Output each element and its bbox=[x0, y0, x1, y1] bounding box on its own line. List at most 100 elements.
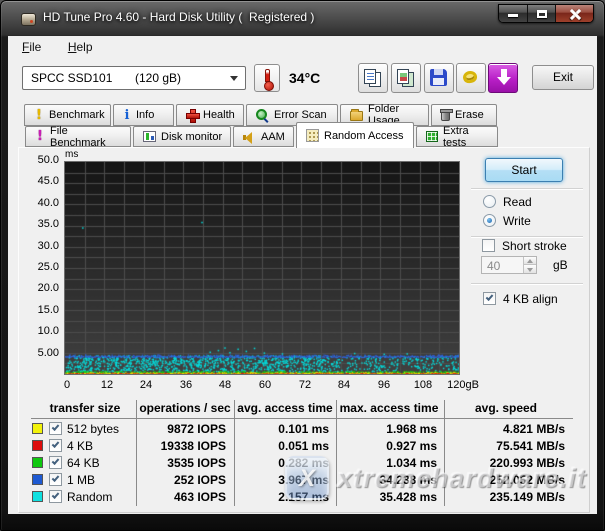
menu-bar: File Help bbox=[8, 36, 597, 58]
y-tick: 20.0 bbox=[19, 282, 59, 294]
short-stroke-unit-label: gB bbox=[553, 258, 568, 272]
series-color-swatch bbox=[32, 423, 43, 434]
download-arrow-icon bbox=[498, 69, 510, 87]
ops-value: 252 IOPS bbox=[119, 473, 226, 487]
y-tick: 40.0 bbox=[19, 197, 59, 209]
tab-file-benchmark[interactable]: !File Benchmark bbox=[25, 126, 131, 147]
col-header-avg-speed: avg. speed bbox=[449, 401, 563, 415]
y-axis-unit-label: ms bbox=[65, 149, 78, 160]
ops-value: 19338 IOPS bbox=[119, 439, 226, 453]
ops-value: 3535 IOPS bbox=[119, 456, 226, 470]
series-checkbox[interactable] bbox=[49, 473, 62, 486]
tab-disk-monitor[interactable]: Disk monitor bbox=[133, 126, 231, 147]
max-access-value: 1.034 ms bbox=[329, 456, 437, 470]
write-radio-label[interactable]: Write bbox=[503, 214, 531, 228]
y-tick: 10.0 bbox=[19, 325, 59, 337]
save-screenshot-button[interactable] bbox=[424, 63, 454, 93]
spinner-down-button[interactable] bbox=[523, 265, 536, 273]
acoustic-coil-icon bbox=[462, 70, 478, 85]
start-button[interactable]: Start bbox=[485, 158, 563, 182]
aam-icon bbox=[243, 131, 256, 143]
save-icon bbox=[430, 69, 447, 86]
maximize-icon bbox=[537, 10, 547, 18]
drive-selector-dropdown[interactable]: SPCC SSD101 (120 gB) bbox=[22, 66, 246, 90]
y-tick: 45.0 bbox=[19, 175, 59, 187]
window-controls bbox=[498, 4, 594, 23]
short-stroke-size-spinner[interactable]: 40 bbox=[481, 256, 537, 274]
tab-info[interactable]: iInfo bbox=[113, 104, 174, 126]
hd-tune-window: HD Tune Pro 4.60 - Hard Disk Utility ( R… bbox=[0, 0, 605, 531]
max-access-value: 35.428 ms bbox=[329, 490, 437, 504]
client-area: File Help SPCC SSD101 (120 gB) 34°C Exit… bbox=[8, 36, 597, 514]
avg-speed-value: 252.052 MB/s bbox=[447, 473, 565, 487]
copy-text-button[interactable] bbox=[358, 63, 388, 93]
exit-button[interactable]: Exit bbox=[532, 65, 594, 90]
chevron-down-icon bbox=[230, 76, 238, 85]
table-row-random: Random 463 IOPS 2.157 ms 35.428 ms 235.1… bbox=[19, 488, 579, 505]
series-checkbox[interactable] bbox=[49, 422, 62, 435]
disk-monitor-icon bbox=[143, 131, 156, 142]
series-checkbox[interactable] bbox=[49, 456, 62, 469]
menu-help[interactable]: Help bbox=[60, 36, 101, 57]
health-icon bbox=[186, 109, 198, 121]
temperature-button[interactable] bbox=[254, 64, 280, 92]
col-header-avg-access: avg. access time bbox=[237, 401, 333, 415]
random-access-icon bbox=[306, 129, 319, 142]
tab-benchmark[interactable]: !Benchmark bbox=[24, 104, 111, 126]
acoustic-button[interactable] bbox=[456, 63, 486, 93]
close-button[interactable] bbox=[556, 5, 593, 22]
tab-erase[interactable]: Erase bbox=[431, 104, 497, 126]
file-benchmark-icon: ! bbox=[35, 130, 45, 143]
drive-capacity: (120 gB) bbox=[135, 71, 181, 85]
avg-access-value: 2.157 ms bbox=[229, 490, 329, 504]
spinner-up-button[interactable] bbox=[523, 257, 536, 265]
folder-usage-icon bbox=[350, 111, 363, 121]
max-access-value: 0.927 ms bbox=[329, 439, 437, 453]
download-button[interactable] bbox=[488, 63, 518, 93]
read-radio[interactable] bbox=[483, 195, 496, 208]
ops-value: 463 IOPS bbox=[119, 490, 226, 504]
maximize-button[interactable] bbox=[528, 5, 556, 22]
temperature-value: 34°C bbox=[289, 70, 320, 86]
series-label: 64 KB bbox=[67, 456, 100, 470]
max-access-value: 34.238 ms bbox=[329, 473, 437, 487]
thermometer-icon bbox=[265, 69, 270, 82]
series-checkbox[interactable] bbox=[49, 490, 62, 503]
y-tick: 5.00 bbox=[19, 347, 59, 359]
minimize-button[interactable] bbox=[499, 5, 528, 22]
title-bar[interactable]: HD Tune Pro 4.60 - Hard Disk Utility ( R… bbox=[0, 0, 605, 36]
tab-extra-tests[interactable]: Extra tests bbox=[416, 126, 498, 147]
avg-access-value: 0.282 ms bbox=[229, 456, 329, 470]
tab-health[interactable]: Health bbox=[176, 104, 244, 126]
write-radio[interactable] bbox=[483, 214, 496, 227]
copy-image-button[interactable] bbox=[391, 63, 421, 93]
y-tick: 50.0 bbox=[19, 154, 59, 166]
align-checkbox[interactable] bbox=[483, 292, 496, 305]
short-stroke-label[interactable]: Short stroke bbox=[502, 239, 567, 253]
menu-file[interactable]: File bbox=[14, 36, 49, 57]
read-radio-label[interactable]: Read bbox=[503, 195, 532, 209]
app-icon bbox=[21, 13, 36, 26]
extra-tests-icon bbox=[426, 131, 438, 142]
max-access-value: 1.968 ms bbox=[329, 422, 437, 436]
align-checkbox-label[interactable]: 4 KB align bbox=[503, 292, 558, 306]
short-stroke-size-value: 40 bbox=[487, 259, 500, 273]
tab-aam[interactable]: AAM bbox=[233, 126, 294, 147]
col-header-max-access: max. access time bbox=[339, 401, 439, 415]
avg-speed-value: 4.821 MB/s bbox=[447, 422, 565, 436]
avg-access-value: 0.051 ms bbox=[229, 439, 329, 453]
short-stroke-checkbox[interactable] bbox=[482, 239, 495, 252]
x-tick: 120gB bbox=[438, 379, 488, 391]
col-header-transfer-size: transfer size bbox=[35, 401, 135, 415]
tab-random-access[interactable]: Random Access bbox=[296, 122, 414, 148]
table-row-4kb: 4 KB 19338 IOPS 0.051 ms 0.927 ms 75.541… bbox=[19, 437, 579, 454]
avg-access-value: 3.967 ms bbox=[229, 473, 329, 487]
y-tick: 30.0 bbox=[19, 240, 59, 252]
series-checkbox[interactable] bbox=[49, 439, 62, 452]
copy-text-icon bbox=[364, 69, 376, 84]
series-label: 4 KB bbox=[67, 439, 93, 453]
table-row-512-bytes: 512 bytes 9872 IOPS 0.101 ms 1.968 ms 4.… bbox=[19, 420, 579, 437]
series-color-swatch bbox=[32, 491, 43, 502]
erase-icon bbox=[441, 110, 450, 121]
avg-access-value: 0.101 ms bbox=[229, 422, 329, 436]
